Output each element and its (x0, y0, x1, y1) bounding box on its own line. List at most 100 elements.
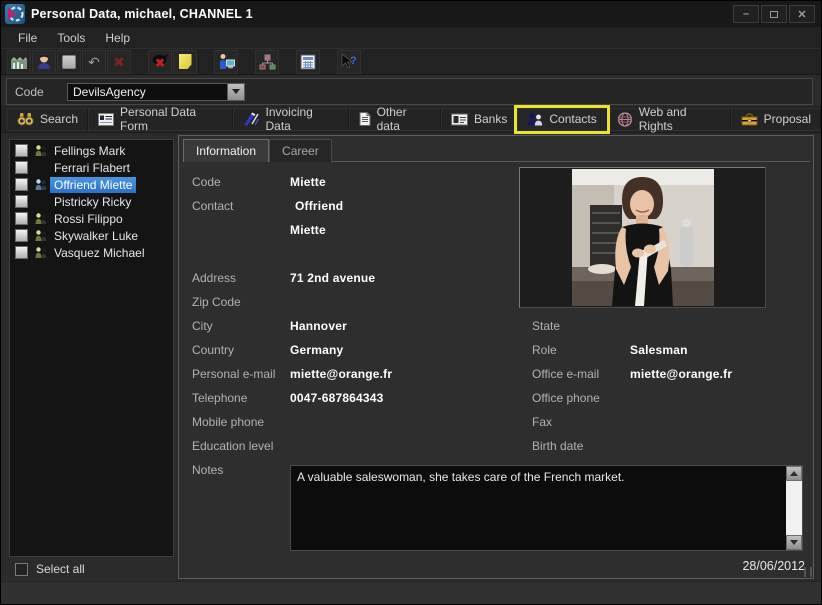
list-item[interactable]: Fellings Mark (10, 142, 173, 159)
close-button[interactable]: ✕ (789, 5, 815, 23)
tab-search[interactable]: Search (7, 108, 88, 131)
tab-information[interactable]: Information (183, 139, 269, 162)
title-bar: Personal Data, michael, CHANNEL 1 – ✕ (1, 1, 821, 27)
notes-text: A valuable saleswoman, she takes care of… (297, 470, 625, 484)
code-field-value: Miette (290, 175, 326, 189)
delete-icon[interactable]: ✖ (107, 50, 131, 74)
tab-career[interactable]: Career (269, 139, 332, 162)
document-icon (359, 112, 371, 126)
blank-square-icon[interactable] (57, 50, 81, 74)
fax-field-label: Fax (532, 415, 552, 429)
scroll-down-button[interactable] (786, 535, 802, 550)
globe-icon (617, 112, 633, 127)
record-date: 28/06/2012 (742, 559, 805, 573)
list-item[interactable]: Skywalker Luke (10, 227, 173, 244)
code-filter-row: Code DevilsAgency (6, 78, 813, 105)
tab-invoicing-data[interactable]: Invoicing Data (233, 108, 348, 131)
contact-list: Fellings Mark Ferrari Flabert Offriend M… (9, 139, 174, 557)
tab-search-label: Search (40, 112, 78, 126)
help-pointer-icon[interactable]: ? (337, 50, 361, 74)
address-field-label: Address (192, 271, 236, 285)
code-dropdown[interactable]: DevilsAgency (67, 83, 245, 101)
tab-invoicing-data-label: Invoicing Data (265, 105, 338, 133)
app-window: Personal Data, michael, CHANNEL 1 – ✕ Fi… (0, 0, 822, 605)
list-item-name[interactable]: Fellings Mark (50, 143, 129, 159)
person-computer-icon[interactable] (214, 50, 238, 74)
menu-help[interactable]: Help (96, 29, 139, 47)
detail-tab-bar: Information Career (183, 139, 810, 162)
list-item-name[interactable]: Pistricky Ricky (50, 194, 135, 210)
toolbox-icon (741, 112, 758, 126)
role-field-label: Role (532, 343, 557, 357)
list-item-name[interactable]: Offriend Miette (50, 177, 136, 193)
list-item-selected[interactable]: Offriend Miette (10, 176, 173, 193)
contact-first-name: Offriend (295, 199, 343, 213)
country-field-label: Country (192, 343, 234, 357)
person-mini-icon (34, 144, 48, 157)
list-item[interactable]: Rossi Filippo (10, 210, 173, 227)
contact-last-name: Miette (290, 223, 326, 237)
svg-text:✖: ✖ (155, 56, 165, 70)
calculator-grid-icon[interactable] (296, 50, 320, 74)
stats-building-icon[interactable] (7, 50, 31, 74)
form-card-icon (98, 113, 114, 126)
row-checkbox[interactable] (15, 178, 28, 191)
scroll-up-button[interactable] (786, 466, 802, 481)
tab-proposal[interactable]: Proposal (731, 108, 821, 131)
tab-personal-data-form[interactable]: Personal Data Form (88, 108, 233, 131)
contact-field-label: Contact (192, 199, 233, 213)
personal-email-field-label: Personal e-mail (192, 367, 275, 381)
list-item-name[interactable]: Ferrari Flabert (50, 160, 134, 176)
menu-tools[interactable]: Tools (48, 29, 94, 47)
minimize-button[interactable]: – (733, 5, 759, 23)
row-checkbox[interactable] (15, 212, 28, 225)
row-checkbox[interactable] (15, 144, 28, 157)
code-label: Code (15, 85, 67, 99)
list-item-name[interactable]: Skywalker Luke (50, 228, 142, 244)
select-all-checkbox[interactable] (15, 563, 28, 576)
list-item[interactable]: Pistricky Ricky (10, 193, 173, 210)
zip-field-label: Zip Code (192, 295, 241, 309)
address-field-value: 71 2nd avenue (290, 271, 375, 285)
user-profile-icon[interactable] (32, 50, 56, 74)
window-title: Personal Data, michael, CHANNEL 1 (31, 7, 253, 21)
list-item-name[interactable]: Rossi Filippo (50, 211, 127, 227)
select-all-label: Select all (36, 562, 85, 576)
state-field-label: State (532, 319, 560, 333)
notes-scrollbar[interactable] (786, 466, 802, 550)
contact-photo-frame (519, 167, 766, 308)
resize-grip[interactable] (804, 567, 812, 577)
undo-icon[interactable]: ↶ (82, 50, 106, 74)
maximize-button[interactable] (761, 5, 787, 23)
status-bar (1, 581, 821, 605)
yellow-note-icon[interactable] (173, 50, 197, 74)
blackbird-delete-icon[interactable]: ✖ (148, 50, 172, 74)
org-chart-icon[interactable] (255, 50, 279, 74)
tab-proposal-label: Proposal (764, 112, 811, 126)
arrow-up-icon (790, 471, 798, 476)
role-field-value: Salesman (630, 343, 688, 357)
row-checkbox[interactable] (15, 246, 28, 259)
list-item[interactable]: Vasquez Michael (10, 244, 173, 261)
menu-file[interactable]: File (9, 29, 46, 47)
list-item-name[interactable]: Vasquez Michael (50, 245, 149, 261)
detail-panel: Information Career Code Miette Contact O… (178, 135, 814, 579)
tab-banks[interactable]: Banks (441, 108, 517, 131)
row-checkbox[interactable] (15, 195, 28, 208)
toolbar: ↶ ✖ ✖ ? (1, 49, 821, 75)
row-checkbox[interactable] (15, 229, 28, 242)
app-logo-icon (5, 4, 25, 24)
row-checkbox[interactable] (15, 161, 28, 174)
menu-bar: File Tools Help (1, 27, 821, 49)
list-item[interactable]: Ferrari Flabert (10, 159, 173, 176)
tab-other-data[interactable]: Other data (349, 108, 441, 131)
people-icon (527, 112, 543, 126)
tab-contacts[interactable]: Contacts (517, 108, 606, 131)
tab-other-data-label: Other data (377, 105, 431, 133)
svg-text:?: ? (350, 55, 357, 67)
tab-web-and-rights[interactable]: Web and Rights (607, 108, 731, 131)
telephone-field-value: 0047-687864343 (290, 391, 384, 405)
country-field-value: Germany (290, 343, 343, 357)
dropdown-arrow-button[interactable] (227, 84, 244, 100)
notes-textarea[interactable]: A valuable saleswoman, she takes care of… (290, 465, 803, 551)
